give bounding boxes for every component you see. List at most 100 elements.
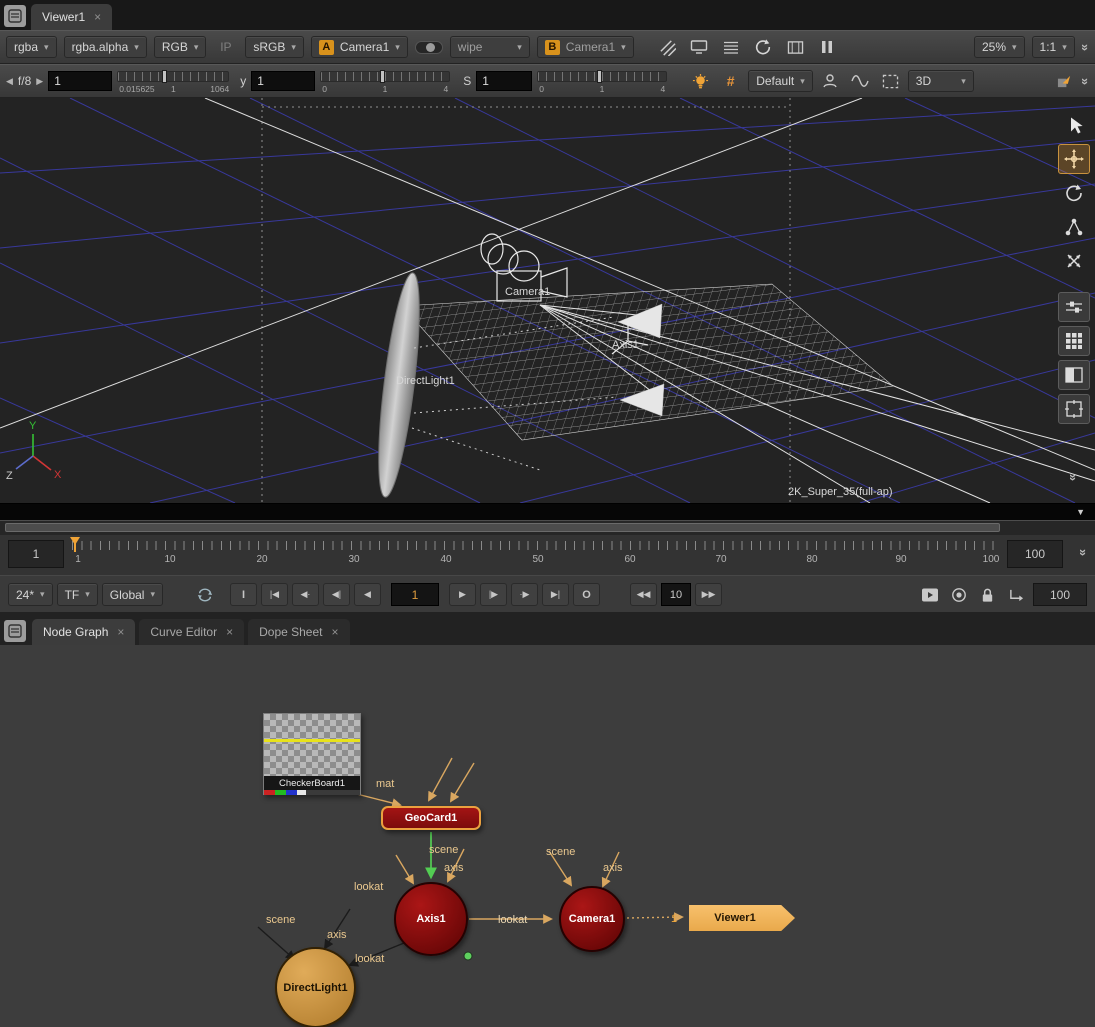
step-forward-button[interactable]: |▶ [480, 583, 507, 606]
transform-tool-button[interactable] [1058, 144, 1090, 174]
person-icon[interactable] [818, 70, 843, 92]
geocard-mesh[interactable] [402, 284, 893, 440]
timeline-scrollbar[interactable] [0, 521, 1095, 535]
current-frame-input[interactable]: 1 [391, 583, 439, 606]
layout-frame-button[interactable] [1058, 394, 1090, 424]
set-in-button[interactable]: I [230, 583, 257, 606]
saturation-slider[interactable]: 0 1 4 [537, 67, 667, 95]
tab-dope-sheet[interactable]: Dope Sheet × [248, 619, 349, 645]
toolbar-overflow-icon[interactable]: » [1078, 77, 1093, 84]
timeline-ruler[interactable]: 1 1 10 20 30 40 50 60 70 80 90 100 100 » [0, 535, 1095, 575]
corner-arrow-icon[interactable] [1004, 584, 1029, 606]
playhead-line[interactable] [74, 537, 76, 552]
fstop-prev-icon[interactable]: ◀ [6, 76, 13, 87]
axis-arrows-tool-button[interactable] [1058, 246, 1090, 276]
gain-slider-track[interactable] [117, 71, 229, 82]
wave-icon[interactable] [848, 70, 873, 92]
close-icon[interactable]: × [94, 11, 101, 23]
display-mode-dropdown[interactable]: RGB ▾ [154, 36, 207, 58]
gamma-slider[interactable]: 0 1 4 [320, 67, 450, 95]
frame-increment-input[interactable]: 10 [661, 583, 691, 606]
node-checkerboard1[interactable]: CheckerBoard1 [263, 713, 361, 795]
fps-dropdown[interactable]: 24* ▾ [8, 583, 53, 606]
gain-slider[interactable]: 0.015625 1 1064 [117, 67, 229, 95]
flipbook-icon[interactable] [917, 584, 942, 606]
viewer-info-strip[interactable]: ▼ [0, 503, 1095, 520]
gain-slider-handle[interactable] [162, 70, 167, 83]
channels-dropdown[interactable]: rgba ▾ [6, 36, 57, 58]
close-icon[interactable]: × [226, 626, 233, 638]
fstop-next-icon[interactable]: ▶ [36, 76, 43, 87]
pause-icon[interactable] [815, 36, 840, 58]
lighting-icon[interactable] [688, 70, 713, 92]
tf-dropdown[interactable]: TF ▾ [57, 583, 98, 606]
channels-list-icon[interactable] [719, 36, 744, 58]
lut-dropdown[interactable]: sRGB ▾ [245, 36, 304, 58]
pane-menu-icon[interactable] [4, 5, 26, 27]
loop-mode-icon[interactable] [193, 584, 218, 606]
node-viewer1[interactable]: Viewer1 [689, 905, 795, 931]
gate-display-icon[interactable] [783, 36, 808, 58]
select-tool-button[interactable] [1058, 110, 1090, 140]
prev-keyframe-button[interactable]: ◀· [292, 583, 319, 606]
viewport-3d-scene[interactable]: Camera1 Axis1 DirectLight1 2K_Super_35(f… [0, 98, 1095, 503]
go-to-start-button[interactable]: |◀ [261, 583, 288, 606]
triangle-down-icon[interactable]: ▼ [1076, 507, 1085, 517]
jump-back-button[interactable]: ◀◀ [630, 583, 657, 606]
node-camera1[interactable]: Camera1 [559, 886, 625, 952]
tab-curve-editor[interactable]: Curve Editor × [139, 619, 244, 645]
viewport-overflow-icon[interactable]: » [1066, 474, 1081, 481]
viewer-process-dropdown[interactable]: Default ▾ [748, 70, 813, 92]
input-b-dropdown[interactable]: B Camera1 ▾ [537, 36, 634, 58]
layout-split-button[interactable] [1058, 360, 1090, 390]
close-icon[interactable]: × [332, 626, 339, 638]
ab-blend-toggle[interactable] [415, 41, 443, 54]
input-a-dropdown[interactable]: A Camera1 ▾ [311, 36, 408, 58]
tab-node-graph[interactable]: Node Graph × [32, 619, 135, 645]
input-process-button[interactable]: IP [213, 36, 238, 58]
frame-ticks[interactable] [72, 541, 1000, 550]
range-end-input[interactable]: 100 [1007, 540, 1063, 568]
next-keyframe-button[interactable]: ·▶ [511, 583, 538, 606]
node-axis1[interactable]: Axis1 [394, 882, 468, 956]
set-out-button[interactable]: O [573, 583, 600, 606]
timeline-overflow-icon[interactable]: » [1076, 549, 1091, 556]
rotate-tool-button[interactable] [1058, 178, 1090, 208]
wipe-mode-dropdown[interactable]: wipe ▾ [450, 36, 530, 58]
frame-range-dropdown[interactable]: Global ▾ [102, 583, 163, 606]
jump-forward-button[interactable]: ▶▶ [695, 583, 722, 606]
edge-lines-tan[interactable] [349, 758, 682, 919]
roi-icon[interactable] [878, 70, 903, 92]
handles-icon[interactable] [1052, 70, 1077, 92]
safe-zones-icon[interactable]: # [718, 70, 743, 92]
node-graph-canvas[interactable]: mat scene axis lookat lookat scene axis … [0, 645, 1095, 1027]
pane-menu-icon[interactable] [4, 620, 26, 642]
tab-viewer1[interactable]: Viewer1 × [31, 4, 112, 30]
go-to-end-button[interactable]: ▶| [542, 583, 569, 606]
alpha-channel-dropdown[interactable]: rgba.alpha ▾ [64, 36, 147, 58]
render-icon[interactable] [946, 584, 971, 606]
viewer-3d-viewport[interactable]: Camera1 Axis1 DirectLight1 2K_Super_35(f… [0, 98, 1095, 503]
close-icon[interactable]: × [117, 626, 124, 638]
saturation-input[interactable]: 1 [476, 71, 532, 91]
refresh-icon[interactable] [751, 36, 776, 58]
play-backward-button[interactable]: ◀ [354, 583, 381, 606]
gamma-slider-handle[interactable] [380, 70, 385, 83]
view-mode-dropdown[interactable]: 3D ▾ [908, 70, 974, 92]
zoom-dropdown[interactable]: 25% ▾ [974, 36, 1025, 58]
range-start-input[interactable]: 1 [8, 540, 64, 568]
node-tree-tool-button[interactable] [1058, 212, 1090, 242]
layout-grid-button[interactable] [1058, 326, 1090, 356]
lock-icon[interactable] [975, 584, 1000, 606]
playback-end-input[interactable]: 100 [1033, 583, 1087, 606]
panel-layout-sliders-button[interactable] [1058, 292, 1090, 322]
wipe-pattern-icon[interactable] [655, 36, 680, 58]
play-forward-button[interactable]: ▶ [449, 583, 476, 606]
pixel-aspect-dropdown[interactable]: 1:1 ▾ [1032, 36, 1075, 58]
saturation-slider-track[interactable] [537, 71, 667, 82]
monitor-output-icon[interactable] [687, 36, 712, 58]
timeline-scroll-handle[interactable] [5, 523, 1000, 532]
gamma-input[interactable]: 1 [251, 71, 315, 91]
node-geocard1[interactable]: GeoCard1 [381, 806, 481, 830]
gain-input[interactable]: 1 [48, 71, 112, 91]
